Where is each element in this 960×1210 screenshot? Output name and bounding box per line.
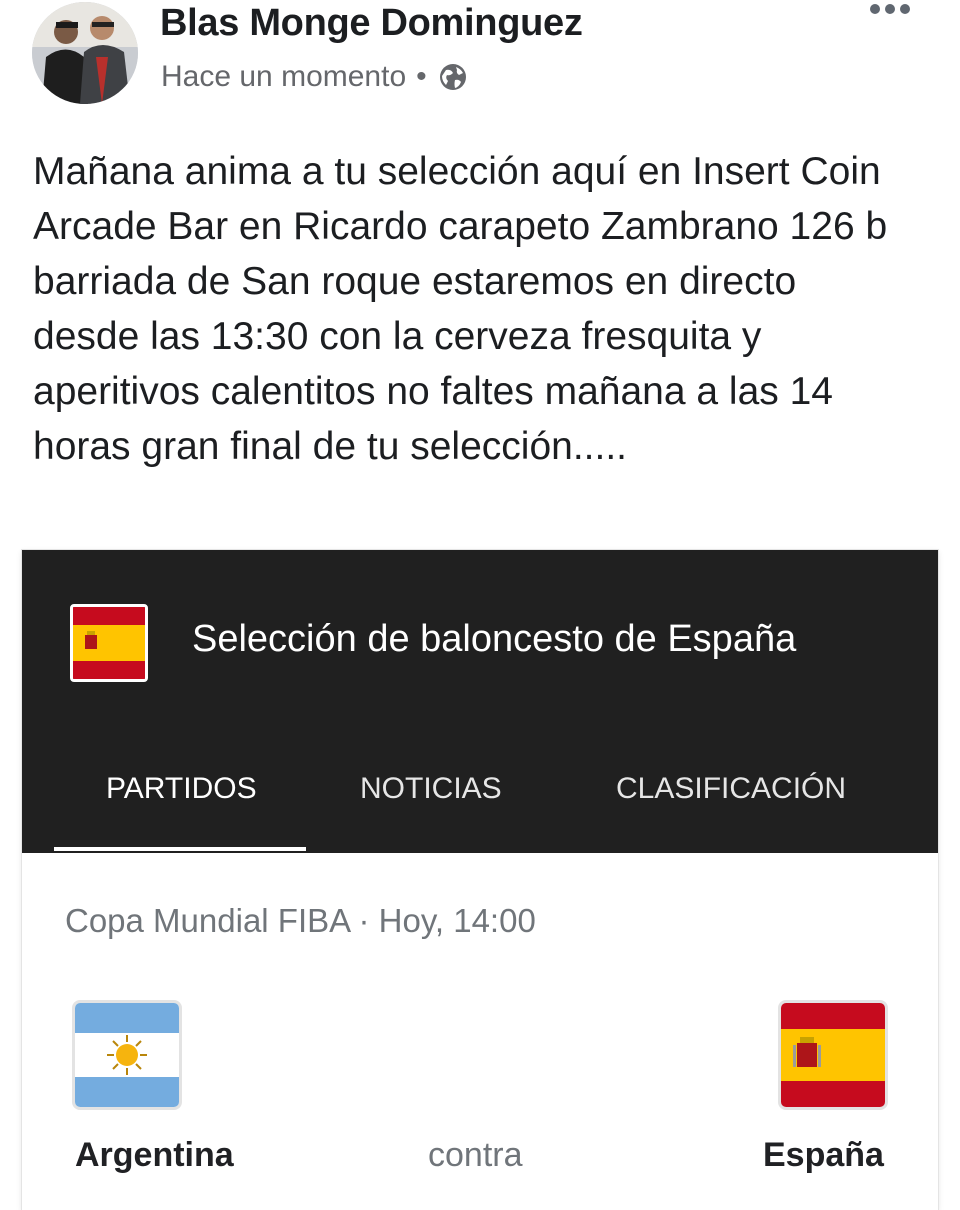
versus-label: contra [428, 1136, 523, 1174]
post-text: Mañana anima a tu selección aquí en Inse… [33, 150, 888, 468]
spain-flag-icon [70, 604, 148, 682]
match-competition-time[interactable]: Copa Mundial FIBA · Hoy, 14:00 [65, 902, 536, 940]
active-tab-indicator [54, 847, 306, 851]
avatar-photo [32, 2, 138, 104]
away-team-name[interactable]: España [763, 1136, 884, 1175]
globe-icon[interactable] [437, 61, 469, 93]
argentina-flag-icon[interactable] [72, 1000, 182, 1110]
post-timestamp[interactable]: Hace un momento [161, 60, 406, 94]
spain-flag-icon-large[interactable] [778, 1000, 888, 1110]
tab-partidos[interactable]: PARTIDOS [106, 772, 257, 806]
tab-clasificacion[interactable]: CLASIFICACIÓN [616, 772, 846, 806]
post-author-name[interactable]: Blas Monge Dominguez [160, 2, 583, 45]
card-header: Selección de baloncesto de España PARTID… [22, 550, 938, 853]
meta-separator: • [416, 60, 427, 93]
home-team-name[interactable]: Argentina [75, 1136, 234, 1175]
card-title[interactable]: Selección de baloncesto de España [192, 618, 796, 661]
sports-card[interactable]: Selección de baloncesto de España PARTID… [22, 550, 938, 1210]
tab-noticias[interactable]: NOTICIAS [360, 772, 502, 806]
more-options-icon[interactable] [870, 4, 910, 14]
post-meta: Hace un momento • [161, 60, 469, 94]
author-avatar[interactable] [32, 2, 138, 104]
